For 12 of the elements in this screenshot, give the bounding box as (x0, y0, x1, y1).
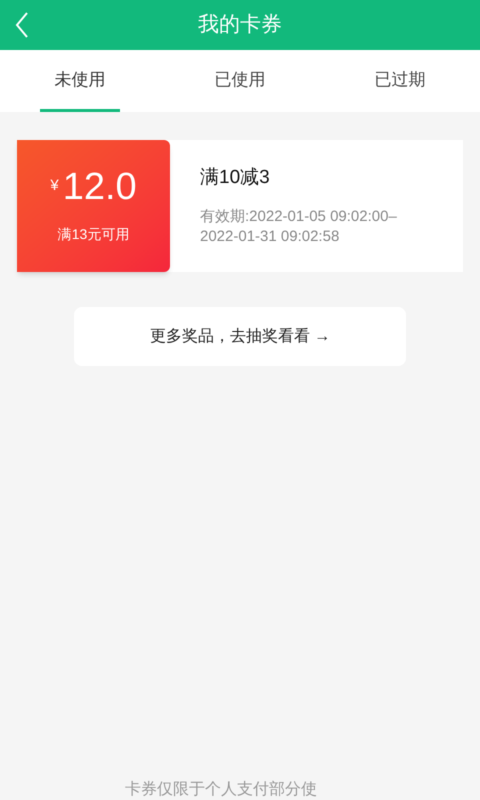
lottery-button[interactable]: 更多奖品，去抽奖看看 → (74, 307, 406, 366)
coupon-condition: 满13元可用 (58, 224, 130, 244)
back-icon (15, 12, 29, 38)
tab[interactable]: 已使用 (200, 50, 280, 112)
tab[interactable]: 未使用 (40, 50, 120, 112)
currency-symbol: ¥ (50, 176, 59, 196)
coupon-title: 满10减3 (200, 166, 271, 190)
coupon-amount: 12.0 (62, 168, 137, 206)
tab[interactable]: 已过期 (360, 50, 440, 112)
page-title: 我的卡券 (198, 12, 282, 38)
validity-text: 有效期:2022-01-05 09:02:00–2022-01-31 09:02:58 (200, 206, 398, 246)
footer-note: 卡券仅限于个人支付部分使 (125, 781, 317, 798)
